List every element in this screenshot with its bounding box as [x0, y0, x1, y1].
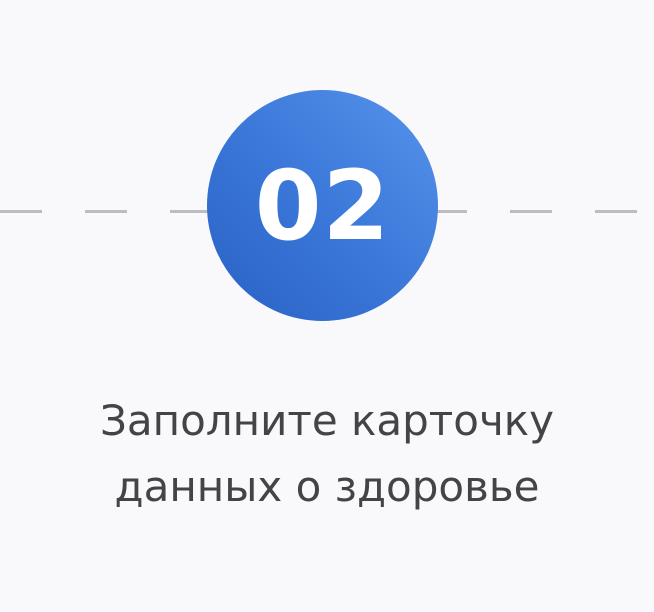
- step-caption-line-1: Заполните карточку: [99, 396, 555, 445]
- step-caption-line-2: данных о здоровье: [114, 462, 540, 511]
- step-number-badge: 02: [207, 90, 438, 321]
- step-caption: Заполните карточку данных о здоровье: [0, 388, 654, 520]
- step-number: 02: [254, 149, 391, 262]
